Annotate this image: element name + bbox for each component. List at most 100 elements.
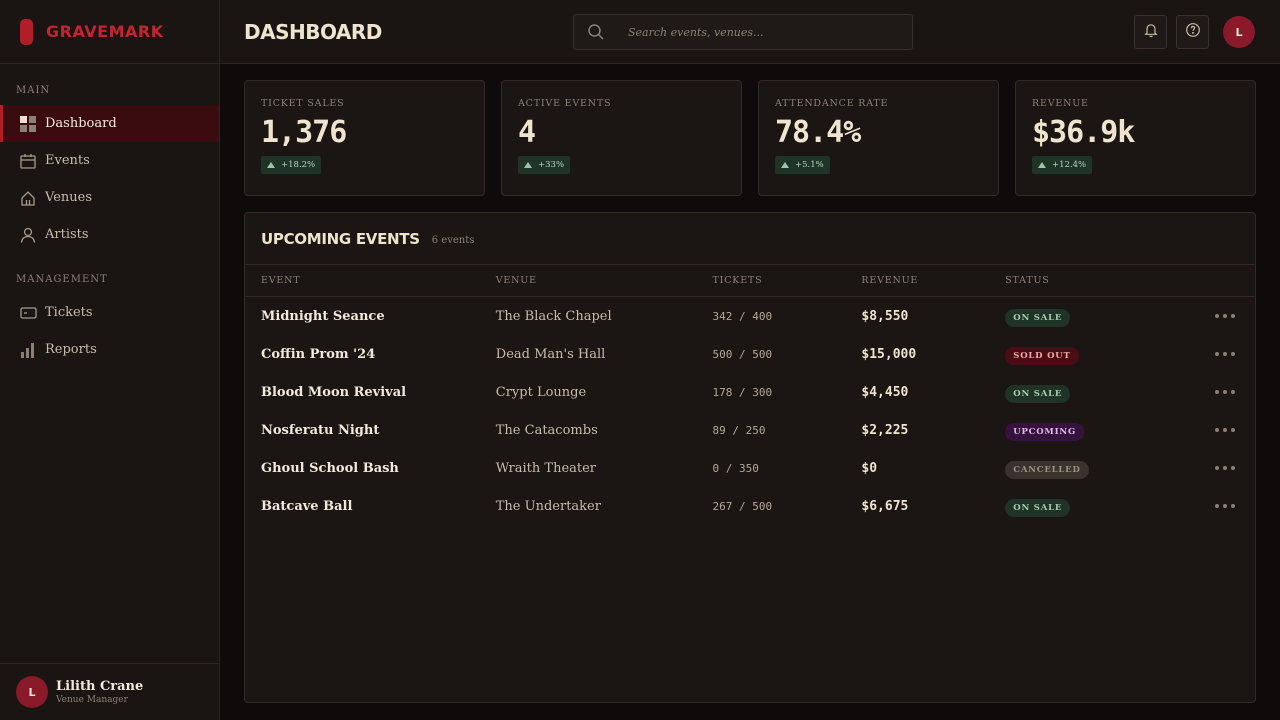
table-row[interactable]: Nosferatu Night The Catacombs 89 / 250 $… bbox=[245, 411, 1255, 449]
stat-label: REVENUE bbox=[1032, 98, 1089, 109]
sidebar-item-events[interactable]: Events bbox=[0, 142, 219, 179]
stat-delta-badge: +33% bbox=[518, 156, 571, 174]
table-row[interactable]: Blood Moon Revival Crypt Lounge 178 / 30… bbox=[245, 373, 1255, 411]
sidebar-item-label: Dashboard bbox=[45, 116, 117, 131]
event-name: Midnight Seance bbox=[261, 308, 385, 324]
more-options-icon[interactable] bbox=[1215, 466, 1236, 470]
venue-name: The Catacombs bbox=[495, 422, 598, 438]
event-count: 6 events bbox=[431, 234, 475, 246]
sidebar-item-label: Artists bbox=[45, 227, 89, 242]
venue-name: Wraith Theater bbox=[495, 460, 597, 476]
search-icon bbox=[576, 23, 616, 41]
stat-delta-badge: +12.4% bbox=[1032, 156, 1093, 174]
status-badge: ON SALE bbox=[1005, 309, 1071, 327]
events-table-body: Midnight Seance The Black Chapel 342 / 4… bbox=[245, 297, 1255, 525]
stat-delta-badge: +18.2% bbox=[261, 156, 322, 174]
stat-value: 4 bbox=[518, 115, 536, 150]
stat-delta-badge: +5.1% bbox=[775, 156, 830, 174]
table-row[interactable]: Midnight Seance The Black Chapel 342 / 4… bbox=[245, 297, 1255, 335]
panel-header: UPCOMING EVENTS 6 events bbox=[245, 213, 1255, 265]
brand[interactable]: GRAVEMARK bbox=[0, 0, 219, 64]
help-button[interactable] bbox=[1176, 15, 1209, 49]
venue-name: The Undertaker bbox=[495, 498, 601, 514]
page-title: DASHBOARD bbox=[244, 20, 382, 44]
dashboard-icon bbox=[19, 115, 37, 133]
tickets-sold: 178 / 300 bbox=[712, 385, 773, 399]
revenue-value: $6,675 bbox=[861, 498, 909, 514]
notifications-button[interactable] bbox=[1134, 15, 1167, 49]
status-badge: CANCELLED bbox=[1005, 461, 1089, 479]
revenue-value: $2,225 bbox=[861, 422, 909, 438]
sidebar-item-label: Events bbox=[45, 153, 90, 168]
table-row[interactable]: Ghoul School Bash Wraith Theater 0 / 350… bbox=[245, 449, 1255, 487]
status-badge: UPCOMING bbox=[1005, 423, 1085, 441]
stat-value: $36.9k bbox=[1032, 115, 1135, 150]
revenue-value: $8,550 bbox=[861, 308, 909, 324]
stat-card-revenue: REVENUE $36.9k +12.4% bbox=[1015, 80, 1256, 196]
stat-label: ACTIVE EVENTS bbox=[518, 98, 612, 109]
more-options-icon[interactable] bbox=[1215, 314, 1236, 318]
stat-delta: +33% bbox=[538, 160, 565, 170]
tickets-sold: 500 / 500 bbox=[712, 347, 773, 361]
stat-delta: +5.1% bbox=[795, 160, 824, 170]
sidebar-item-artists[interactable]: Artists bbox=[0, 216, 219, 253]
stat-value: 1,376 bbox=[261, 115, 347, 150]
column-header-tickets[interactable]: TICKETS bbox=[713, 275, 862, 286]
help-icon bbox=[1185, 22, 1201, 42]
status-badge: ON SALE bbox=[1005, 385, 1071, 403]
event-name: Nosferatu Night bbox=[261, 422, 380, 438]
event-name: Ghoul School Bash bbox=[261, 460, 399, 476]
stat-value: 78.4% bbox=[775, 115, 861, 150]
search-input[interactable] bbox=[628, 25, 898, 39]
table-row[interactable]: Batcave Ball The Undertaker 267 / 500 $6… bbox=[245, 487, 1255, 525]
bell-icon bbox=[1143, 22, 1159, 42]
column-header-venue[interactable]: VENUE bbox=[496, 275, 713, 286]
arrow-up-icon bbox=[781, 162, 789, 168]
event-name: Blood Moon Revival bbox=[261, 384, 407, 400]
revenue-value: $15,000 bbox=[861, 346, 917, 362]
sidebar-item-venues[interactable]: Venues bbox=[0, 179, 219, 216]
venue-name: Dead Man's Hall bbox=[495, 346, 606, 362]
stat-label: TICKET SALES bbox=[261, 98, 345, 109]
topbar: DASHBOARD L bbox=[220, 0, 1280, 64]
arrow-up-icon bbox=[267, 162, 275, 168]
venue-name: Crypt Lounge bbox=[495, 384, 587, 400]
brand-name: GRAVEMARK bbox=[46, 22, 164, 41]
tickets-sold: 89 / 250 bbox=[712, 423, 766, 437]
more-options-icon[interactable] bbox=[1215, 352, 1236, 356]
panel-title: UPCOMING EVENTS bbox=[261, 229, 420, 248]
arrow-up-icon bbox=[1038, 162, 1046, 168]
brand-logo-icon bbox=[20, 18, 33, 45]
user-name: Lilith Crane bbox=[56, 679, 144, 694]
more-options-icon[interactable] bbox=[1215, 504, 1236, 508]
sidebar: GRAVEMARK MAIN Dashboard Events Venues A… bbox=[0, 0, 220, 720]
sidebar-item-tickets[interactable]: Tickets bbox=[0, 294, 219, 331]
account-avatar[interactable]: L bbox=[1223, 16, 1255, 48]
arrow-up-icon bbox=[524, 162, 532, 168]
stat-delta: +12.4% bbox=[1052, 160, 1087, 170]
sidebar-item-label: Reports bbox=[45, 342, 97, 357]
nav-section-management: MANAGEMENT bbox=[16, 274, 108, 285]
column-header-revenue[interactable]: REVENUE bbox=[861, 275, 1005, 286]
sidebar-item-dashboard[interactable]: Dashboard bbox=[0, 105, 219, 142]
more-options-icon[interactable] bbox=[1215, 428, 1236, 432]
column-header-event[interactable]: EVENT bbox=[245, 275, 496, 286]
table-row[interactable]: Coffin Prom '24 Dead Man's Hall 500 / 50… bbox=[245, 335, 1255, 373]
sidebar-item-reports[interactable]: Reports bbox=[0, 331, 219, 368]
user-icon bbox=[19, 226, 37, 244]
tickets-sold: 267 / 500 bbox=[712, 499, 773, 513]
sidebar-item-label: Venues bbox=[45, 190, 92, 205]
status-badge: ON SALE bbox=[1005, 499, 1071, 517]
column-header-status[interactable]: STATUS bbox=[1005, 275, 1185, 286]
search-box[interactable] bbox=[573, 14, 913, 50]
tickets-sold: 0 / 350 bbox=[712, 461, 759, 475]
calendar-icon bbox=[19, 152, 37, 170]
more-options-icon[interactable] bbox=[1215, 390, 1236, 394]
table-header: EVENT VENUE TICKETS REVENUE STATUS bbox=[245, 265, 1255, 297]
bar-chart-icon bbox=[19, 341, 37, 359]
home-icon bbox=[19, 189, 37, 207]
user-profile[interactable]: L Lilith Crane Venue Manager bbox=[0, 663, 219, 720]
tickets-sold: 342 / 400 bbox=[712, 309, 773, 323]
ticket-icon bbox=[19, 304, 37, 322]
avatar: L bbox=[16, 676, 48, 708]
